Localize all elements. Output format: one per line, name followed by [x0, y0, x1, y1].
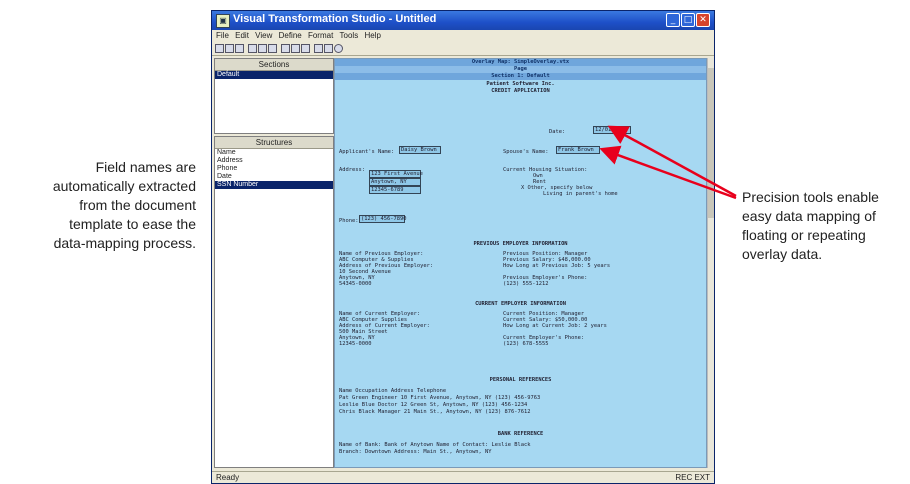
annotation-arrows	[599, 125, 737, 200]
arrow-to-date-field	[607, 125, 737, 198]
arrow-to-spouse-field	[599, 145, 737, 200]
